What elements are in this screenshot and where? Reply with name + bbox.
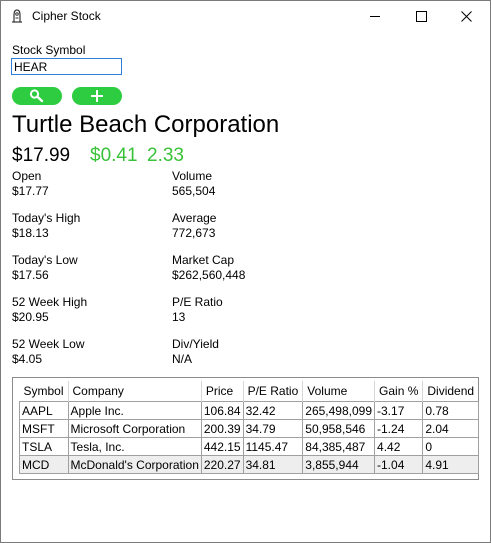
table-cell: 50,958,546 xyxy=(302,419,376,438)
table-header-row: Symbol Company Price P/E Ratio Volume Ga… xyxy=(19,381,479,402)
stock-symbol-label: Stock Symbol xyxy=(12,43,86,57)
table-cell: 0.78 xyxy=(422,401,479,420)
stat-market-cap: Market Cap $262,560,448 xyxy=(172,253,245,283)
stat-value: 565,504 xyxy=(172,184,216,198)
column-header-dividend[interactable]: Dividend xyxy=(423,381,478,402)
stat-value: 13 xyxy=(172,310,186,324)
stat-label: Average xyxy=(172,211,217,225)
close-button[interactable] xyxy=(444,1,490,31)
column-header-price[interactable]: Price xyxy=(201,381,244,402)
stat-52-week-high: 52 Week High $20.95 xyxy=(12,295,87,325)
table-row[interactable]: TSLA Tesla, Inc. 442.15 1145.47 84,385,4… xyxy=(19,437,479,456)
window-title: Cipher Stock xyxy=(32,9,101,23)
column-header-gain[interactable]: Gain % xyxy=(374,381,424,402)
stat-value: $4.05 xyxy=(12,352,43,366)
stat-pe-ratio: P/E Ratio 13 xyxy=(172,295,223,325)
stat-label: P/E Ratio xyxy=(172,295,223,309)
table-cell: 1145.47 xyxy=(242,437,304,456)
price-change: $0.41 xyxy=(90,145,138,166)
table-cell: 265,498,099 xyxy=(302,401,376,420)
table-row[interactable]: MSFT Microsoft Corporation 200.39 34.79 … xyxy=(19,419,479,438)
stat-value: 772,673 xyxy=(172,226,216,240)
column-header-pe-ratio[interactable]: P/E Ratio xyxy=(243,381,304,402)
table-cell: 4.91 xyxy=(422,455,479,474)
stat-label: Volume xyxy=(172,169,213,183)
table-cell: MSFT xyxy=(19,419,69,438)
table-cell: 32.42 xyxy=(242,401,304,420)
stat-label: 52 Week High xyxy=(12,295,88,309)
table-cell: 442.15 xyxy=(200,437,244,456)
search-icon xyxy=(29,89,44,103)
search-button[interactable] xyxy=(12,87,62,105)
stat-todays-low: Today's Low $17.56 xyxy=(12,253,78,283)
stat-label: 52 Week Low xyxy=(12,337,85,351)
table-cell: -1.24 xyxy=(374,419,424,438)
stat-value: N/A xyxy=(172,352,193,366)
stat-value: $18.13 xyxy=(12,226,49,240)
table-cell: Microsoft Corporation xyxy=(67,419,202,438)
watchlist-table: Symbol Company Price P/E Ratio Volume Ga… xyxy=(19,381,479,474)
stat-label: Market Cap xyxy=(172,253,235,267)
watchlist-grid[interactable]: Symbol Company Price P/E Ratio Volume Ga… xyxy=(12,377,479,480)
minimize-button[interactable] xyxy=(353,1,399,31)
table-cell: 106.84 xyxy=(200,401,244,420)
close-icon xyxy=(461,11,472,22)
title-bar[interactable]: Cipher Stock xyxy=(1,1,490,32)
table-cell: 200.39 xyxy=(200,419,244,438)
plus-icon xyxy=(91,90,103,102)
table-row[interactable]: AAPL Apple Inc. 106.84 32.42 265,498,099… xyxy=(19,401,479,420)
stat-label: Open xyxy=(12,169,42,183)
table-cell: AAPL xyxy=(19,401,69,420)
add-button[interactable] xyxy=(72,87,122,105)
person-icon xyxy=(9,8,25,24)
stat-open: Open $17.77 xyxy=(12,169,49,199)
stat-label: Today's High xyxy=(12,211,81,225)
table-cell: 0 xyxy=(422,437,479,456)
table-cell: TSLA xyxy=(19,437,69,456)
table-cell: 84,385,487 xyxy=(302,437,376,456)
table-cell: 3,855,944 xyxy=(302,455,376,474)
table-cell: 2.04 xyxy=(422,419,479,438)
stock-symbol-input[interactable] xyxy=(11,58,122,75)
column-header-company[interactable]: Company xyxy=(68,381,202,402)
minimize-icon xyxy=(370,16,380,17)
table-cell: McDonald's Corporation xyxy=(67,455,202,474)
stat-label: Today's Low xyxy=(12,253,78,267)
app-window: Cipher Stock Stock Symbol Turtle Beach C… xyxy=(0,0,491,543)
stat-volume: Volume 565,504 xyxy=(172,169,215,199)
stat-value: $17.56 xyxy=(12,268,49,282)
company-name: Turtle Beach Corporation xyxy=(12,111,280,138)
maximize-icon xyxy=(416,11,427,22)
stat-div-yield: Div/Yield N/A xyxy=(172,337,219,367)
stat-value: $20.95 xyxy=(12,310,49,324)
table-cell: MCD xyxy=(19,455,69,474)
table-cell: -3.17 xyxy=(374,401,424,420)
maximize-button[interactable] xyxy=(399,1,445,31)
table-cell: Apple Inc. xyxy=(67,401,202,420)
table-cell: 4.42 xyxy=(374,437,424,456)
stat-label: Div/Yield xyxy=(172,337,219,351)
column-header-symbol[interactable]: Symbol xyxy=(19,381,69,402)
stat-value: $17.77 xyxy=(12,184,49,198)
column-header-volume[interactable]: Volume xyxy=(302,381,376,402)
table-cell: 34.79 xyxy=(242,419,304,438)
table-cell: Tesla, Inc. xyxy=(67,437,202,456)
price-change-percent: 2.33 xyxy=(147,145,184,166)
stat-52-week-low: 52 Week Low $4.05 xyxy=(12,337,85,367)
table-cell: 34.81 xyxy=(242,455,304,474)
stat-value: $262,560,448 xyxy=(172,268,246,282)
table-cell: 220.27 xyxy=(200,455,244,474)
table-row[interactable]: MCD McDonald's Corporation 220.27 34.81 … xyxy=(19,455,479,474)
table-cell: -1.04 xyxy=(374,455,424,474)
stat-average: Average 772,673 xyxy=(172,211,216,241)
stat-todays-high: Today's High $18.13 xyxy=(12,211,80,241)
current-price: $17.99 xyxy=(12,145,71,166)
